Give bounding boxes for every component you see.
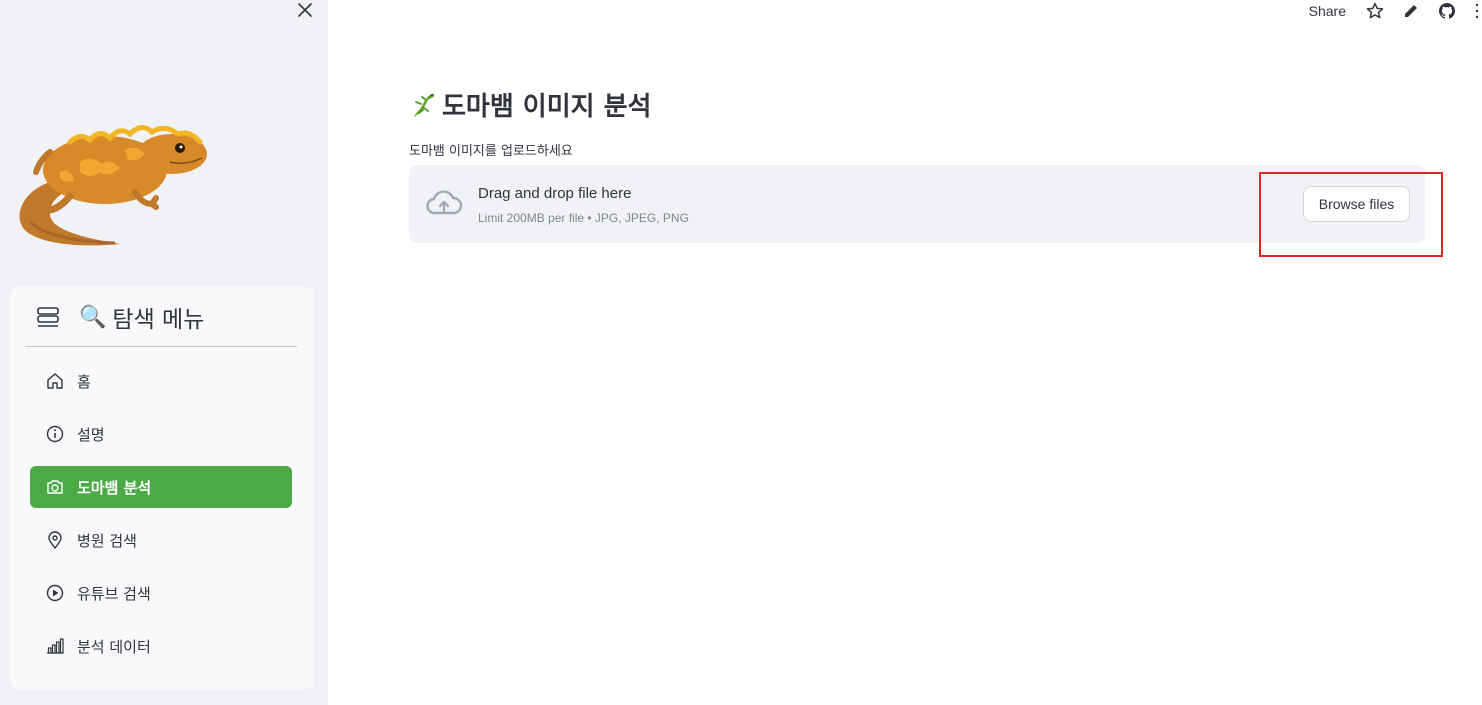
sidebar-item-hospital-search[interactable]: 병원 검색 [30, 519, 292, 561]
dropzone-primary-text: Drag and drop file here [478, 185, 632, 202]
sidebar-item-description[interactable]: 설명 [30, 413, 292, 455]
edit-pencil-icon[interactable] [1402, 2, 1420, 20]
upload-label: 도마뱀 이미지를 업로드하세요 [409, 144, 573, 159]
gecko-logo [19, 125, 207, 246]
play-circle-icon [46, 584, 64, 602]
sidebar-item-home[interactable]: 홈 [30, 360, 292, 402]
sidebar-item-label: 분석 데이터 [77, 637, 151, 656]
sidebar-item-label: 홈 [77, 372, 91, 391]
camera-icon [47, 480, 63, 494]
page-title-text: 도마뱀 이미지 분석 [442, 92, 652, 122]
share-button[interactable]: Share [1309, 3, 1346, 19]
navigation-menu: 🔍 탐색 메뉴 홈 설명 도마뱀 분석 병원 검색 유튜브 검색 분석 데이터 [10, 287, 314, 689]
menu-title: 탐색 메뉴 [112, 306, 205, 333]
github-icon[interactable] [1438, 2, 1456, 20]
home-icon [47, 373, 63, 389]
annotation-highlight-box [1259, 172, 1443, 257]
star-icon[interactable] [1366, 2, 1384, 20]
sidebar-item-label: 설명 [77, 425, 105, 444]
cloud-upload-icon [426, 190, 463, 215]
top-toolbar: Share [1309, 0, 1482, 22]
menu-header: 🔍 탐색 메뉴 [25, 301, 297, 347]
sidebar-item-youtube-search[interactable]: 유튜브 검색 [30, 572, 292, 614]
sidebar: 🔍 탐색 메뉴 홈 설명 도마뱀 분석 병원 검색 유튜브 검색 분석 데이터 [0, 0, 328, 705]
lizard-emoji-icon [414, 93, 435, 117]
location-pin-icon [48, 531, 62, 549]
sidebar-item-label: 도마뱀 분석 [77, 478, 152, 497]
sidebar-item-analysis-data[interactable]: 분석 데이터 [30, 625, 292, 667]
close-sidebar-button[interactable] [295, 0, 315, 20]
sidebar-item-label: 병원 검색 [77, 531, 137, 550]
sidebar-item-gecko-analysis[interactable]: 도마뱀 분석 [30, 466, 292, 508]
main-content: Share 도마뱀 이미지 분석 도마뱀 이미지를 업로드하세요 Drag an… [328, 0, 1482, 705]
sidebar-item-label: 유튜브 검색 [77, 584, 151, 603]
dropzone-limit-text: Limit 200MB per file • JPG, JPEG, PNG [478, 211, 689, 225]
menu-list-icon [37, 306, 59, 327]
page-title: 도마뱀 이미지 분석 [408, 86, 651, 123]
info-icon [46, 425, 64, 443]
more-options-icon[interactable] [1474, 2, 1480, 20]
bar-chart-icon [47, 638, 64, 654]
app-root: 🔍 탐색 메뉴 홈 설명 도마뱀 분석 병원 검색 유튜브 검색 분석 데이터 … [0, 0, 1482, 705]
magnifier-icon: 🔍 [79, 303, 107, 329]
close-icon [298, 3, 312, 17]
